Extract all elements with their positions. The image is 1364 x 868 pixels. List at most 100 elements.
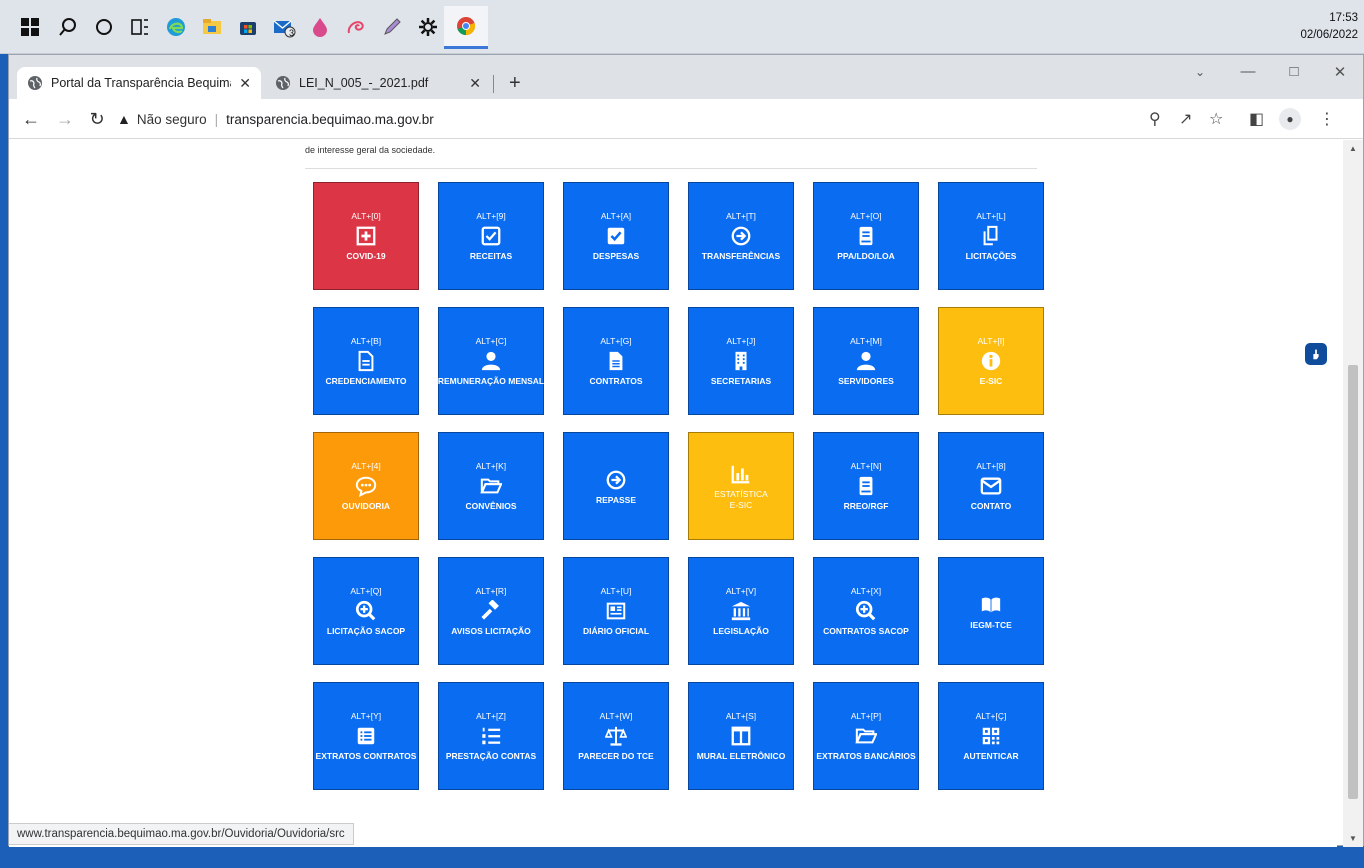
windows-taskbar: 3 17:53 02/06/2022 (0, 0, 1364, 54)
task-view-icon[interactable] (124, 11, 156, 43)
tile-parecer-do-tce[interactable]: ALT+[W] PARECER DO TCE (563, 682, 669, 790)
chrome-icon[interactable] (444, 6, 488, 49)
tile-label: SERVIDORES (838, 375, 894, 386)
edge-icon[interactable] (160, 11, 192, 43)
vertical-scrollbar[interactable]: ▲ ▼ (1343, 140, 1363, 847)
tile-label: RREO/RGF (843, 500, 889, 511)
tile-remuneração-mensal[interactable]: ALT+[C] REMUNERAÇÃO MENSAL (438, 307, 544, 415)
globe-icon (276, 76, 290, 90)
envelope-icon (980, 477, 1002, 494)
pen-app-icon[interactable] (376, 11, 408, 43)
tile-shortcut: ALT+[Ç] (975, 710, 1007, 721)
tile-contratos-sacop[interactable]: ALT+[X] CONTRATOS SACOP (813, 557, 919, 665)
folder-open-icon (480, 478, 502, 493)
tile-convênios[interactable]: ALT+[K] CONVÊNIOS (438, 432, 544, 540)
file-text-icon (609, 351, 623, 370)
tile-repasse[interactable]: REPASSE (563, 432, 669, 540)
tile-e-sic[interactable]: ALT+[I] E-SIC (938, 307, 1044, 415)
cortana-circle-icon[interactable] (88, 11, 120, 43)
tile-shortcut: ALT+[Y] (350, 710, 382, 721)
tile-label-secondary: E-SIC (729, 500, 753, 510)
maximize-button[interactable]: □ (1271, 63, 1317, 80)
side-panel-icon[interactable]: ◧ (1249, 109, 1264, 129)
tile-label: SECRETARIAS (710, 375, 772, 386)
url-text[interactable]: transparencia.bequimao.ma.gov.br (226, 112, 434, 127)
tile-secretarias[interactable]: ALT+[J] SECRETARIAS (688, 307, 794, 415)
tile-servidores[interactable]: ALT+[M] SERVIDORES (813, 307, 919, 415)
reload-icon[interactable]: ↻ (85, 107, 109, 131)
tile-ouvidoria[interactable]: ALT+[4] OUVIDORIA (313, 432, 419, 540)
mail-icon[interactable]: 3 (268, 11, 300, 43)
store-icon[interactable] (232, 11, 264, 43)
droplet-app-icon[interactable] (304, 11, 336, 43)
tile-rreo-rgf[interactable]: ALT+[N] RREO/RGF (813, 432, 919, 540)
windows-start-icon[interactable] (14, 11, 46, 43)
minimize-button[interactable]: — (1225, 63, 1271, 80)
tile-diário-oficial[interactable]: ALT+[U] DIÁRIO OFICIAL (563, 557, 669, 665)
zoom-icon[interactable]: ⚲ (1149, 109, 1161, 129)
tile-label: AVISOS LICITAÇÃO (451, 625, 531, 636)
scroll-down-arrow-icon[interactable]: ▼ (1343, 834, 1363, 843)
clock-time: 17:53 (1329, 12, 1358, 24)
tile-shortcut: ALT+[X] (850, 585, 882, 596)
close-icon[interactable]: ✕ (469, 75, 481, 92)
scroll-up-arrow-icon[interactable]: ▲ (1343, 144, 1363, 153)
tile-shortcut: ALT+[B] (350, 335, 382, 346)
tile-despesas[interactable]: ALT+[A] DESPESAS (563, 182, 669, 290)
tile-autenticar[interactable]: ALT+[Ç] AUTENTICAR (938, 682, 1044, 790)
back-arrow-icon[interactable]: ← (19, 107, 43, 131)
tile-credenciamento[interactable]: ALT+[B] CREDENCIAMENTO (313, 307, 419, 415)
tile-covid-19[interactable]: ALT+[0] COVID-19 (313, 182, 419, 290)
tile-shortcut: ALT+[Z] (476, 710, 506, 721)
tile-contato[interactable]: ALT+[8] CONTATO (938, 432, 1044, 540)
address-bar[interactable]: ▲ Não seguro | transparencia.bequimao.ma… (117, 103, 1127, 135)
profile-avatar-icon[interactable]: ● (1279, 108, 1301, 130)
tile-shortcut: ALT+[P] (850, 710, 882, 721)
search-icon[interactable] (52, 11, 84, 43)
file-explorer-icon[interactable] (196, 11, 228, 43)
menu-kebab-icon[interactable]: ⋮ (1319, 109, 1335, 129)
section-divider (305, 168, 1037, 169)
clock-date: 02/06/2022 (1300, 29, 1358, 41)
tile-shortcut: ALT+[J] (726, 335, 756, 346)
check-square-outline-icon (481, 226, 501, 245)
tile-ppa-ldo-loa[interactable]: ALT+[O] PPA/LDO/LOA (813, 182, 919, 290)
tile-transferências[interactable]: ALT+[T] TRANSFERÊNCIAS (688, 182, 794, 290)
scrollbar-thumb[interactable] (1348, 365, 1358, 799)
tile-shortcut: ALT+[U] (600, 585, 632, 596)
gear-icon[interactable] (412, 11, 444, 43)
bookmark-star-icon[interactable]: ☆ (1209, 109, 1223, 129)
tile-shortcut: ALT+[M] (850, 335, 882, 346)
system-clock[interactable]: 17:53 02/06/2022 (1300, 10, 1358, 44)
tile-legislação[interactable]: ALT+[V] LEGISLAÇÃO (688, 557, 794, 665)
tile-label: ESTATÍSTICA (714, 489, 768, 499)
forward-arrow-icon[interactable]: → (53, 107, 77, 131)
tile-label: OUVIDORIA (341, 500, 391, 511)
tile-prestação-contas[interactable]: ALT+[Z] PRESTAÇÃO CONTAS (438, 682, 544, 790)
tile-shortcut: ALT+[O] (850, 210, 882, 221)
globe-icon (28, 76, 42, 90)
tile-label: PRESTAÇÃO CONTAS (445, 750, 537, 761)
tile-avisos-licitação[interactable]: ALT+[R] AVISOS LICITAÇÃO (438, 557, 544, 665)
security-status[interactable]: Não seguro (137, 112, 207, 127)
close-icon[interactable]: ✕ (239, 75, 251, 92)
tile-licitação-sacop[interactable]: ALT+[Q] LICITAÇÃO SACOP (313, 557, 419, 665)
share-icon[interactable]: ↗ (1179, 109, 1192, 129)
book-icon (859, 226, 873, 245)
tile-extratos-contratos[interactable]: ALT+[Y] EXTRATOS CONTRATOS (313, 682, 419, 790)
tile-extratos-bancários[interactable]: ALT+[P] EXTRATOS BANCÁRIOS (813, 682, 919, 790)
new-tab-button[interactable]: + (509, 72, 521, 95)
tile-contratos[interactable]: ALT+[G] CONTRATOS (563, 307, 669, 415)
tile-iegm-tce[interactable]: IEGM-TCE (938, 557, 1044, 665)
tile-receitas[interactable]: ALT+[9] RECEITAS (438, 182, 544, 290)
paint-swirl-icon[interactable] (340, 11, 372, 43)
tab-portal-transparencia[interactable]: Portal da Transparência Bequimão ✕ (17, 67, 261, 99)
tab-lei-pdf[interactable]: LEI_N_005_-_2021.pdf ✕ (265, 67, 491, 99)
tab-search-chevron-icon[interactable]: ⌄ (1177, 65, 1223, 79)
tile-licitações[interactable]: ALT+[L] LICITAÇÕES (938, 182, 1044, 290)
accessibility-hand-icon[interactable] (1305, 343, 1327, 365)
tile-mural-eletrônico[interactable]: ALT+[S] MURAL ELETRÔNICO (688, 682, 794, 790)
tile-estatística[interactable]: ESTATÍSTICA E-SIC (688, 432, 794, 540)
tile-shortcut: ALT+[A] (600, 210, 632, 221)
close-window-button[interactable]: ✕ (1317, 63, 1363, 81)
